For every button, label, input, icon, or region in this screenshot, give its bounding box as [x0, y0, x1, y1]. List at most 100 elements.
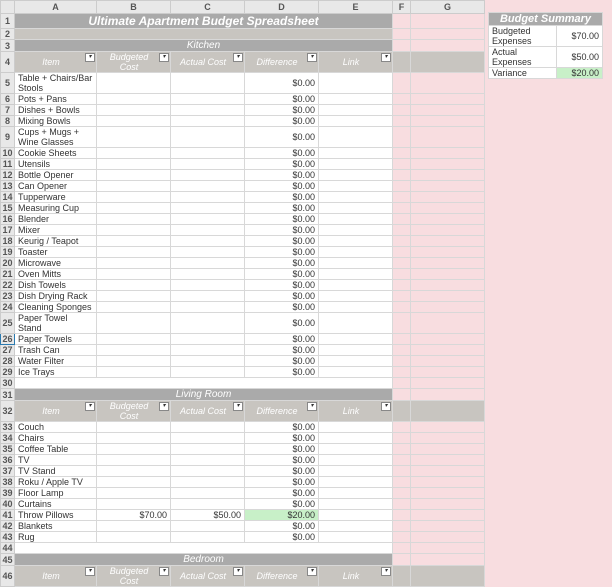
- row-header-17[interactable]: 17: [1, 225, 15, 236]
- cell-diff[interactable]: $0.00: [245, 313, 319, 334]
- cell-link[interactable]: [319, 466, 393, 477]
- cell-budget[interactable]: [97, 477, 171, 488]
- cell[interactable]: [393, 94, 411, 105]
- cell[interactable]: [411, 466, 485, 477]
- cell-item[interactable]: Cups + Mugs + Wine Glasses: [15, 127, 97, 148]
- cell-actual[interactable]: [171, 455, 245, 466]
- cell-actual[interactable]: $50.00: [171, 510, 245, 521]
- cell-diff[interactable]: $20.00: [245, 510, 319, 521]
- cell-budget[interactable]: [97, 236, 171, 247]
- cell-item[interactable]: Toaster: [15, 247, 97, 258]
- row-header-23[interactable]: 23: [1, 291, 15, 302]
- filter-dropdown-icon[interactable]: ▾: [159, 402, 169, 411]
- data-row[interactable]: 39Floor Lamp$0.00: [1, 488, 485, 499]
- row-header-8[interactable]: 8: [1, 116, 15, 127]
- cell-budget[interactable]: [97, 192, 171, 203]
- row-header-2[interactable]: 2: [1, 29, 15, 40]
- cell-diff[interactable]: $0.00: [245, 203, 319, 214]
- cell-link[interactable]: [319, 225, 393, 236]
- cell[interactable]: [411, 40, 485, 52]
- cell[interactable]: [393, 334, 411, 345]
- cell[interactable]: [411, 258, 485, 269]
- cell-actual[interactable]: [171, 444, 245, 455]
- cell-budget[interactable]: [97, 225, 171, 236]
- row-header-38[interactable]: 38: [1, 477, 15, 488]
- data-row[interactable]: 36TV$0.00: [1, 455, 485, 466]
- filter-header[interactable]: Item▾: [15, 566, 97, 587]
- data-row[interactable]: 40Curtains$0.00: [1, 499, 485, 510]
- cell[interactable]: [393, 313, 411, 334]
- cell-link[interactable]: [319, 269, 393, 280]
- cell-item[interactable]: Paper Towels: [15, 334, 97, 345]
- cell-item[interactable]: Table + Chairs/Bar Stools: [15, 73, 97, 94]
- col-header-B[interactable]: B: [97, 1, 171, 14]
- cell[interactable]: [393, 302, 411, 313]
- cell[interactable]: [393, 378, 411, 389]
- cell-budget[interactable]: [97, 127, 171, 148]
- row-header-42[interactable]: 42: [1, 521, 15, 532]
- data-row[interactable]: 24Cleaning Sponges$0.00: [1, 302, 485, 313]
- cell[interactable]: [393, 116, 411, 127]
- cell-item[interactable]: Throw Pillows: [15, 510, 97, 521]
- cell-actual[interactable]: [171, 236, 245, 247]
- cell[interactable]: [393, 521, 411, 532]
- row-header-39[interactable]: 39: [1, 488, 15, 499]
- cell[interactable]: [411, 192, 485, 203]
- data-row[interactable]: 6Pots + Pans$0.00: [1, 94, 485, 105]
- cell-link[interactable]: [319, 181, 393, 192]
- data-row[interactable]: 29Ice Trays$0.00: [1, 367, 485, 378]
- cell[interactable]: [411, 367, 485, 378]
- cell-link[interactable]: [319, 116, 393, 127]
- row-header-18[interactable]: 18: [1, 236, 15, 247]
- cell[interactable]: [393, 543, 411, 554]
- cell[interactable]: [393, 225, 411, 236]
- cell-budget[interactable]: [97, 444, 171, 455]
- cell[interactable]: [393, 127, 411, 148]
- data-row[interactable]: 10Cookie Sheets$0.00: [1, 148, 485, 159]
- data-row[interactable]: 42Blankets$0.00: [1, 521, 485, 532]
- cell-diff[interactable]: $0.00: [245, 499, 319, 510]
- cell-link[interactable]: [319, 499, 393, 510]
- cell-item[interactable]: Blender: [15, 214, 97, 225]
- cell-item[interactable]: Couch: [15, 422, 97, 433]
- row-header-44[interactable]: 44: [1, 543, 15, 554]
- data-row[interactable]: 13Can Opener$0.00: [1, 181, 485, 192]
- cell-diff[interactable]: $0.00: [245, 73, 319, 94]
- row-header-43[interactable]: 43: [1, 532, 15, 543]
- data-row[interactable]: 17Mixer$0.00: [1, 225, 485, 236]
- cell[interactable]: [393, 236, 411, 247]
- cell[interactable]: [411, 214, 485, 225]
- cell[interactable]: [411, 477, 485, 488]
- blank-row[interactable]: [15, 543, 393, 554]
- cell-diff[interactable]: $0.00: [245, 302, 319, 313]
- filter-dropdown-icon[interactable]: ▾: [381, 53, 391, 62]
- filter-header[interactable]: Link▾: [319, 52, 393, 73]
- cell-diff[interactable]: $0.00: [245, 280, 319, 291]
- cell-diff[interactable]: $0.00: [245, 433, 319, 444]
- cell[interactable]: [393, 40, 411, 52]
- cell-actual[interactable]: [171, 334, 245, 345]
- cell-actual[interactable]: [171, 94, 245, 105]
- cell-budget[interactable]: [97, 247, 171, 258]
- row-header-12[interactable]: 12: [1, 170, 15, 181]
- cell-budget[interactable]: [97, 170, 171, 181]
- cell-budget[interactable]: [97, 269, 171, 280]
- cell-actual[interactable]: [171, 367, 245, 378]
- filter-dropdown-icon[interactable]: ▾: [85, 53, 95, 62]
- cell-budget[interactable]: [97, 302, 171, 313]
- cell-actual[interactable]: [171, 280, 245, 291]
- row-header-11[interactable]: 11: [1, 159, 15, 170]
- row-header-14[interactable]: 14: [1, 192, 15, 203]
- cell-actual[interactable]: [171, 214, 245, 225]
- cell-actual[interactable]: [171, 269, 245, 280]
- cell-actual[interactable]: [171, 203, 245, 214]
- cell-actual[interactable]: [171, 247, 245, 258]
- cell-actual[interactable]: [171, 116, 245, 127]
- cell[interactable]: [393, 203, 411, 214]
- cell[interactable]: [393, 181, 411, 192]
- filter-dropdown-icon[interactable]: ▾: [307, 402, 317, 411]
- filter-dropdown-icon[interactable]: ▾: [381, 402, 391, 411]
- cell-link[interactable]: [319, 444, 393, 455]
- data-row[interactable]: 14Tupperware$0.00: [1, 192, 485, 203]
- cell-link[interactable]: [319, 367, 393, 378]
